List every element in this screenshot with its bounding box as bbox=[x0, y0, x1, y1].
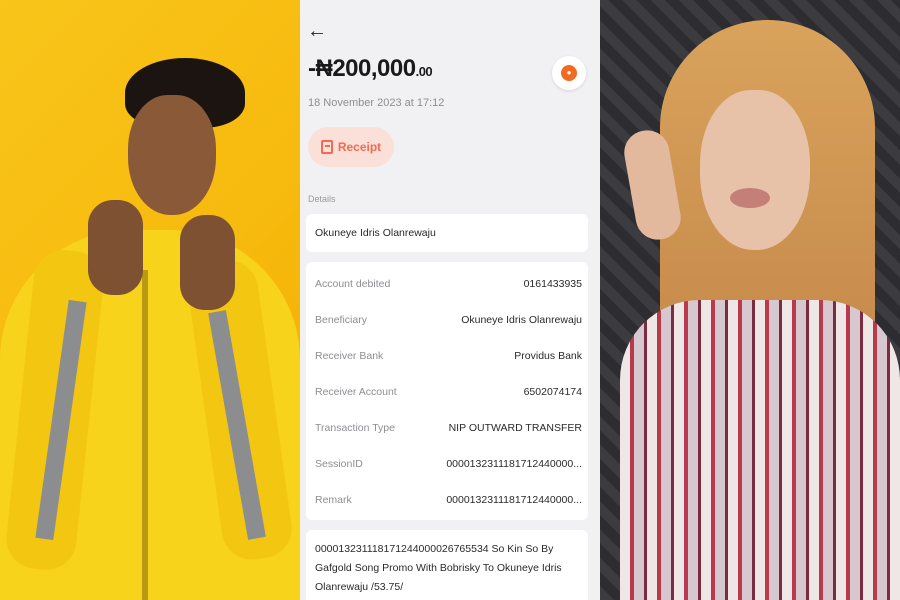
left-photo bbox=[0, 0, 300, 600]
detail-row-session-id: SessionID 0000132311181712440000... bbox=[306, 446, 588, 482]
amount-decimal: .00 bbox=[415, 64, 433, 79]
right-photo bbox=[600, 0, 900, 600]
detail-value: 0000132311181712440000... bbox=[446, 494, 582, 506]
detail-key: Receiver Bank bbox=[315, 350, 384, 362]
bank-logo-icon: ● bbox=[561, 65, 577, 81]
detail-value: Okuneye Idris Olanrewaju bbox=[461, 314, 582, 326]
transaction-date: 18 November 2023 at 17:12 bbox=[308, 97, 445, 109]
detail-value: 0000132311181712440000... bbox=[446, 458, 582, 470]
detail-key: Receiver Account bbox=[315, 386, 397, 398]
detail-key: Account debited bbox=[315, 278, 391, 290]
details-card: Account debited 0161433935 Beneficiary O… bbox=[306, 262, 588, 520]
remark-full-text: 000013231118171244000026765534 So Kin So… bbox=[315, 543, 562, 593]
receipt-button-label: Receipt bbox=[337, 140, 382, 154]
transaction-receipt: ← -₦200,000.00 18 November 2023 at 17:12… bbox=[300, 0, 600, 600]
amount-prefix: -₦ bbox=[308, 55, 333, 82]
detail-key: Beneficiary bbox=[315, 314, 367, 326]
woman-lips bbox=[730, 188, 770, 208]
detail-row-beneficiary: Beneficiary Okuneye Idris Olanrewaju bbox=[306, 302, 588, 338]
striped-dress bbox=[620, 300, 900, 600]
beneficiary-name: Okuneye Idris Olanrewaju bbox=[315, 227, 436, 239]
right-hand bbox=[180, 215, 235, 310]
receipt-button[interactable]: Receipt bbox=[308, 127, 394, 167]
receipt-icon bbox=[320, 140, 333, 154]
detail-row-remark: Remark 0000132311181712440000... bbox=[306, 482, 588, 518]
detail-value: NIP OUTWARD TRANSFER bbox=[448, 422, 582, 434]
amount-main: 200,000 bbox=[332, 55, 416, 82]
woman-face bbox=[700, 90, 810, 250]
detail-value: Providus Bank bbox=[514, 350, 582, 362]
detail-key: Transaction Type bbox=[315, 422, 395, 434]
detail-row-account-debited: Account debited 0161433935 bbox=[306, 266, 588, 302]
remark-card: 000013231118171244000026765534 So Kin So… bbox=[306, 530, 588, 600]
beneficiary-card: Okuneye Idris Olanrewaju bbox=[306, 214, 588, 252]
detail-row-receiver-account: Receiver Account 6502074174 bbox=[306, 374, 588, 410]
detail-key: Remark bbox=[315, 494, 352, 506]
transaction-amount: -₦200,000.00 bbox=[308, 55, 433, 83]
arrow-left-icon[interactable]: ← bbox=[306, 18, 328, 44]
left-hand bbox=[88, 200, 143, 295]
bank-logo-button[interactable]: ● bbox=[552, 56, 586, 90]
detail-value: 6502074174 bbox=[523, 386, 582, 398]
detail-row-transaction-type: Transaction Type NIP OUTWARD TRANSFER bbox=[306, 410, 588, 446]
jacket-zipper bbox=[142, 270, 148, 600]
detail-row-receiver-bank: Receiver Bank Providus Bank bbox=[306, 338, 588, 374]
details-heading: Details bbox=[308, 194, 336, 204]
detail-value: 0161433935 bbox=[523, 278, 582, 290]
man-face bbox=[128, 95, 216, 215]
detail-key: SessionID bbox=[315, 458, 363, 470]
